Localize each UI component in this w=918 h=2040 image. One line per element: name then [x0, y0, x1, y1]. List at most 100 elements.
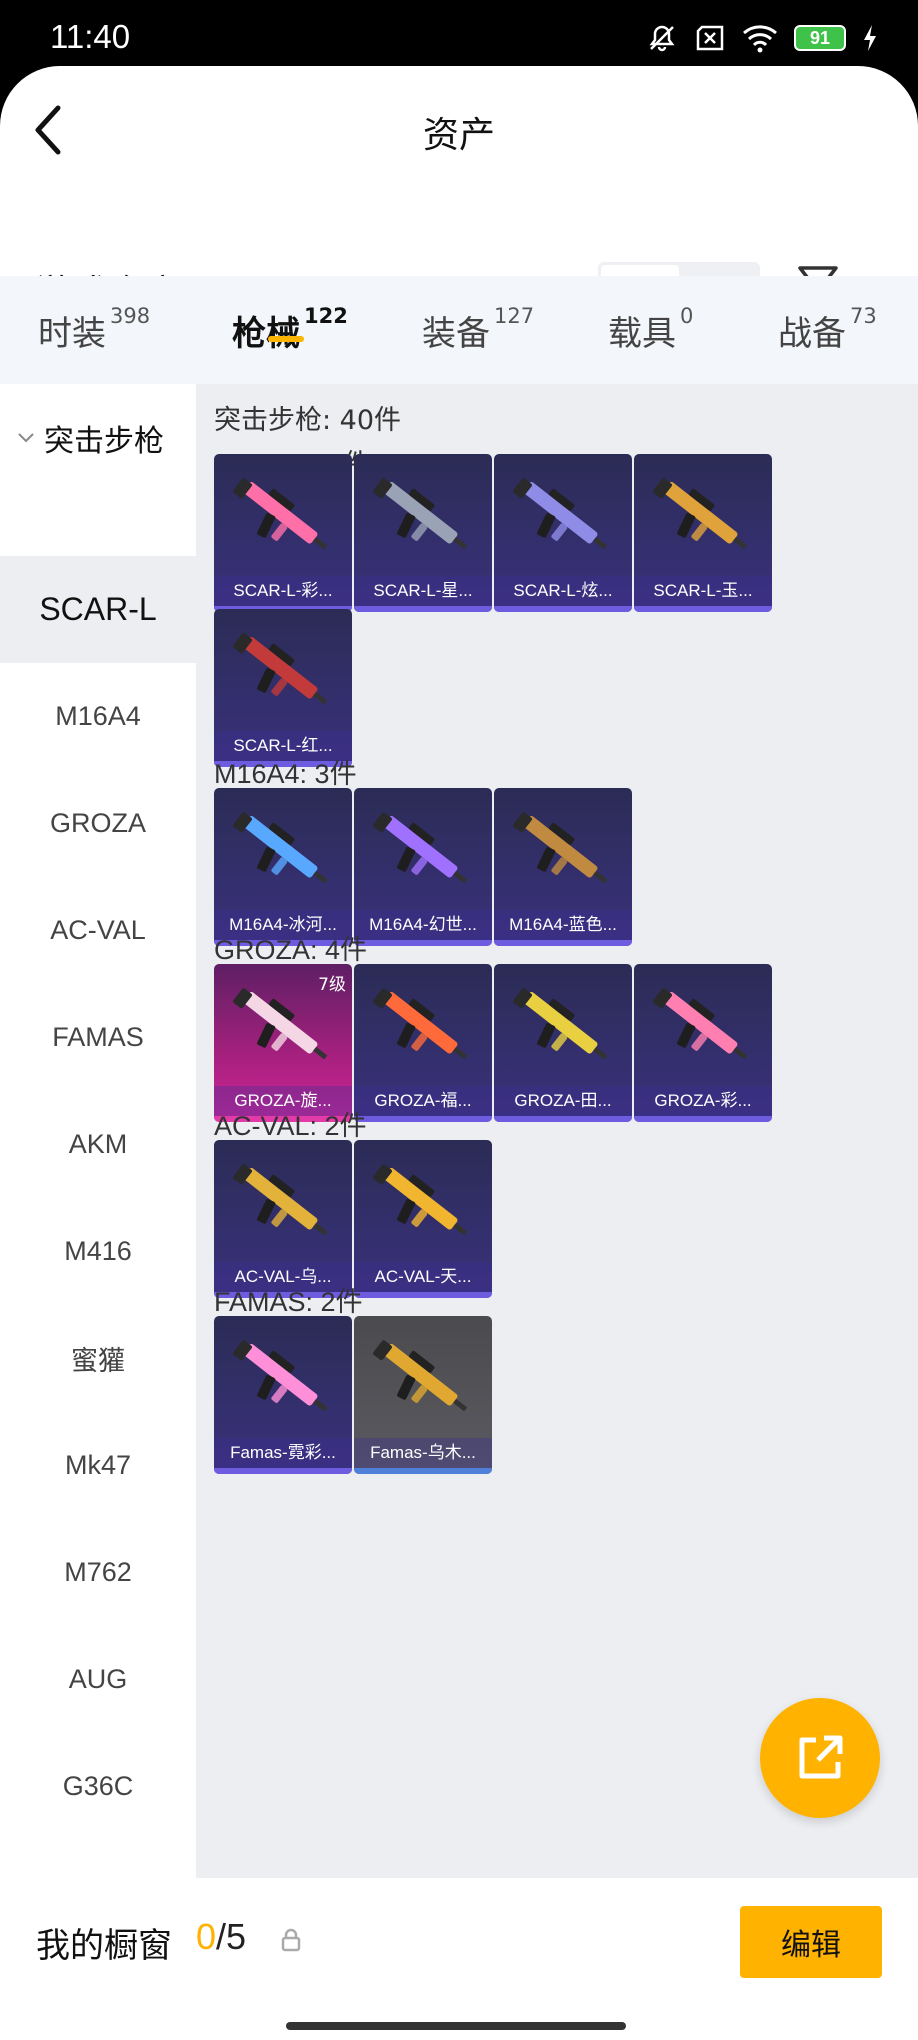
weapon-skin-name: SCAR-L-彩... [214, 576, 352, 606]
group-title: FAMAS: 2件 [214, 1287, 363, 1317]
home-indicator[interactable] [286, 2022, 626, 2030]
group-title: AC-VAL: 2件 [214, 1111, 367, 1141]
tab-supplies[interactable]: 战备 73 [778, 304, 877, 355]
rifle-icon [513, 988, 608, 1060]
weapon-skin-card[interactable]: SCAR-L-星... [354, 454, 492, 612]
tab-count: 398 [110, 304, 151, 328]
rifle-icon [373, 812, 468, 884]
rarity-bar [354, 940, 492, 946]
sidebar-item-honey-badger[interactable]: 蜜獾 [0, 1305, 196, 1412]
sidebar-item-g36c[interactable]: G36C [0, 1733, 196, 1840]
weapon-skin-card[interactable]: AC-VAL-天... [354, 1140, 492, 1298]
rarity-bar [354, 606, 492, 612]
weapon-sidebar: 突击步枪 SCAR-L M16A4 GROZA AC-VAL FAMAS AKM… [0, 384, 196, 1878]
rarity-bar [494, 940, 632, 946]
rarity-bar [214, 1468, 352, 1474]
page-title: 资产 [422, 115, 495, 156]
rarity-bar [354, 1292, 492, 1298]
weapon-skin-card[interactable]: 7级 GROZA-旋... [214, 964, 352, 1122]
tab-label: 战备 [778, 314, 846, 354]
sidebar-item-famas[interactable]: FAMAS [0, 984, 196, 1091]
weapon-skin-card[interactable]: M16A4-幻世... [354, 788, 492, 946]
weapon-skin-name: SCAR-L-炫... [494, 576, 632, 606]
weapon-skin-name: AC-VAL-天... [354, 1262, 492, 1292]
charging-icon [864, 25, 876, 51]
tab-vehicles[interactable]: 载具 0 [608, 304, 693, 355]
showcase-label: 我的橱窗 [36, 1926, 172, 1966]
rifle-icon [373, 1164, 468, 1236]
sidebar-item-m762[interactable]: M762 [0, 1519, 196, 1626]
sidebar-category-assault-rifle[interactable]: 突击步枪 [0, 384, 196, 492]
weapon-skin-card[interactable]: M16A4-蓝色... [494, 788, 632, 946]
weapon-skin-card[interactable]: GROZA-福... [354, 964, 492, 1122]
rifle-icon [513, 478, 608, 550]
showcase-total: /5 [216, 1916, 247, 1957]
weapon-skin-card[interactable]: SCAR-L-红... [214, 609, 352, 767]
showcase-bar: 我的橱窗 0/5 编辑 [0, 1878, 918, 2040]
sidebar-item-m16a4[interactable]: M16A4 [0, 663, 196, 770]
rifle-icon [373, 988, 468, 1060]
weapon-skin-card[interactable]: Famas-乌木... [354, 1316, 492, 1474]
rifle-icon [373, 1340, 468, 1412]
tab-outfits[interactable]: 时装 398 [38, 304, 151, 355]
tab-label: 载具 [608, 314, 676, 354]
weapon-skin-name: GROZA-田... [494, 1086, 632, 1116]
rifle-icon [233, 1164, 328, 1236]
rifle-icon [233, 1340, 328, 1412]
weapon-skin-card[interactable]: GROZA-彩... [634, 964, 772, 1122]
wifi-icon [743, 25, 777, 53]
sidebar-item-ac-val[interactable]: AC-VAL [0, 877, 196, 984]
sidebar-item-m416[interactable]: M416 [0, 1198, 196, 1305]
sidebar-item-akm[interactable]: AKM [0, 1091, 196, 1198]
group-title: M16A4: 3件 [214, 759, 357, 789]
rifle-icon [233, 478, 328, 550]
status-icons: 91 [646, 22, 878, 54]
weapon-skin-card[interactable]: SCAR-L-彩... [214, 454, 352, 612]
status-time: 11:40 [50, 18, 131, 55]
edit-button[interactable]: 编辑 [740, 1906, 882, 1978]
sidebar-item-scar-l[interactable]: SCAR-L [0, 556, 196, 663]
showcase-current: 0 [196, 1916, 217, 1957]
weapon-skin-card[interactable]: GROZA-田... [494, 964, 632, 1122]
tab-equipment[interactable]: 装备 127 [422, 304, 535, 355]
rifle-icon [373, 478, 468, 550]
tab-count: 127 [494, 304, 535, 328]
weapon-skin-card[interactable]: SCAR-L-玉... [634, 454, 772, 612]
share-icon [799, 1735, 843, 1779]
sidebar-item-mk47[interactable]: Mk47 [0, 1412, 196, 1519]
weapon-skin-card[interactable]: M16A4-冰河... [214, 788, 352, 946]
battery-indicator: 91 [794, 25, 846, 51]
status-bar: 11:40 91 [0, 0, 918, 68]
tab-count: 122 [304, 304, 348, 328]
lock-icon [281, 1928, 301, 1952]
sidebar-item-groza[interactable]: GROZA [0, 770, 196, 877]
category-count-header: 突击步枪: 40件 [214, 405, 402, 436]
rarity-bar [494, 1116, 632, 1122]
group-title: GROZA: 4件 [214, 935, 368, 965]
tab-count: 73 [850, 304, 877, 328]
rarity-bar [494, 606, 632, 612]
active-tab-indicator [268, 336, 304, 342]
rifle-icon [513, 812, 608, 884]
rifle-icon [653, 478, 748, 550]
tab-label: 装备 [422, 314, 490, 354]
weapon-skin-card[interactable]: SCAR-L-炫... [494, 454, 632, 612]
rarity-bar [634, 606, 772, 612]
weapon-skin-name: SCAR-L-星... [354, 576, 492, 606]
weapon-skin-card[interactable]: AC-VAL-乌... [214, 1140, 352, 1298]
sim-off-icon [696, 25, 724, 51]
rifle-icon [653, 988, 748, 1060]
tab-label: 时装 [38, 314, 106, 354]
weapon-skin-name: GROZA-彩... [634, 1086, 772, 1116]
rarity-bar [354, 1116, 492, 1122]
weapon-skin-name: M16A4-蓝色... [494, 910, 632, 940]
rarity-bar [634, 1116, 772, 1122]
rarity-bar [354, 1468, 492, 1474]
share-button[interactable] [760, 1698, 880, 1818]
weapon-skin-name: GROZA-福... [354, 1086, 492, 1116]
weapon-skin-card[interactable]: Famas-霓彩... [214, 1316, 352, 1474]
weapon-skin-name: SCAR-L-玉... [634, 576, 772, 606]
sidebar-item-aug[interactable]: AUG [0, 1626, 196, 1733]
tab-guns[interactable]: 枪械 122 [232, 304, 348, 355]
tab-label: 枪械 [232, 314, 300, 354]
